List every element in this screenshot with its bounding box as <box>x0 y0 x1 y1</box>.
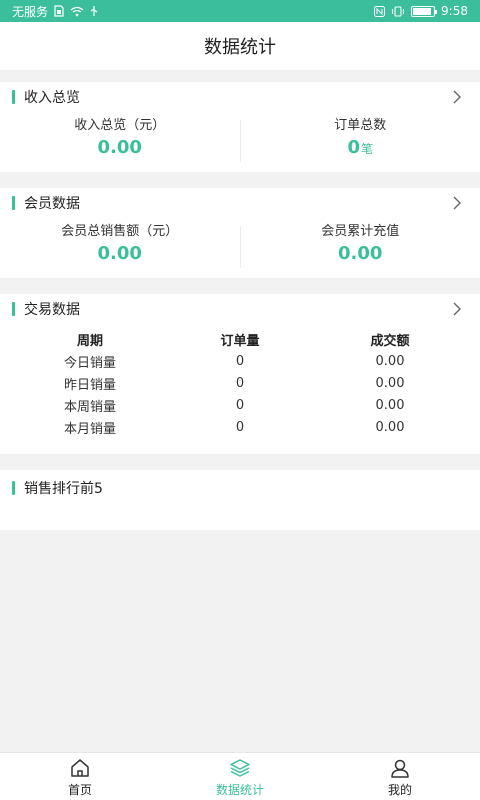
section-accent-bar <box>12 302 15 316</box>
table-cell: 今日销量 <box>63 355 116 371</box>
income-total-value: 0.00 <box>97 137 142 158</box>
metric-label: 会员总销售额（元） <box>61 224 179 239</box>
column-header: 订单量 <box>220 333 260 349</box>
income-card-header[interactable]: 收入总览 <box>0 82 480 112</box>
metric-label: 收入总览（元） <box>74 118 166 133</box>
metric-label: 会员累计充值 <box>321 224 400 239</box>
trade-table: 周期 订单量 成交额 今日销量 0 0.00 昨日销量 0 0.00 本周销量 … <box>0 328 480 438</box>
table-cell: 0 <box>235 353 245 369</box>
wifi-icon <box>70 6 84 16</box>
nav-label-profile: 我的 <box>387 783 412 797</box>
income-card[interactable]: 收入总览 收入总览（元） 0.00 订单总数 0笔 <box>0 82 480 172</box>
nav-item-home[interactable]: 首页 <box>0 753 160 800</box>
table-cell: 0 <box>235 375 245 391</box>
table-row: 昨日销量 0 0.00 <box>0 372 480 394</box>
trade-card-header[interactable]: 交易数据 <box>0 294 480 324</box>
trade-card[interactable]: 交易数据 周期 订单量 成交额 今日销量 0 0.00 昨日销量 0 0.00 <box>0 294 480 454</box>
income-card-title: 收入总览 <box>24 90 80 106</box>
table-cell: 0.00 <box>375 375 405 391</box>
table-cell: 0.00 <box>375 397 405 413</box>
table-cell: 0 <box>235 419 245 435</box>
carrier-text: 无服务 <box>12 4 49 19</box>
chevron-right-icon[interactable] <box>450 196 464 210</box>
member-recharge-value: 0.00 <box>338 243 383 264</box>
nav-item-statistics[interactable]: 数据统计 <box>160 753 320 800</box>
table-header-row: 周期 订单量 成交额 <box>0 328 480 350</box>
table-row: 本月销量 0 0.00 <box>0 416 480 438</box>
table-cell: 本周销量 <box>63 399 116 415</box>
ranking-card: 销售排行前5 <box>0 470 480 530</box>
nav-item-profile[interactable]: 我的 <box>320 753 480 800</box>
order-count-value: 0 <box>347 137 360 158</box>
metric-value: 0.00 <box>98 137 142 158</box>
sim-icon <box>54 5 64 17</box>
member-card-header[interactable]: 会员数据 <box>0 188 480 218</box>
home-icon <box>71 759 89 777</box>
chevron-right-icon[interactable] <box>450 302 464 316</box>
metric-label: 订单总数 <box>334 118 387 133</box>
member-sales-metric: 会员总销售额（元） 0.00 <box>0 218 240 278</box>
usb-icon <box>90 6 98 16</box>
member-metrics: 会员总销售额（元） 0.00 会员累计充值 0.00 <box>0 218 480 278</box>
ranking-card-title: 销售排行前5 <box>24 481 103 497</box>
table-row: 本周销量 0 0.00 <box>0 394 480 416</box>
status-left: 无服务 <box>12 3 98 20</box>
table-cell: 0.00 <box>375 419 405 435</box>
metric-value: 0笔 <box>347 137 373 158</box>
nav-label-home: 首页 <box>67 783 92 797</box>
nav-label-statistics: 数据统计 <box>215 783 264 797</box>
vibrate-icon <box>391 5 405 17</box>
trade-card-title: 交易数据 <box>24 302 80 318</box>
income-metrics: 收入总览（元） 0.00 订单总数 0笔 <box>0 112 480 172</box>
member-recharge-metric: 会员累计充值 0.00 <box>241 218 480 278</box>
column-header: 周期 <box>76 333 103 349</box>
income-total-metric: 收入总览（元） 0.00 <box>0 112 240 172</box>
section-accent-bar <box>12 90 15 104</box>
status-bar: 无服务 9:58 <box>0 0 480 22</box>
clock-text: 9:58 <box>441 4 468 18</box>
chevron-right-icon[interactable] <box>450 90 464 104</box>
status-right: 9:58 <box>374 4 468 18</box>
title-bar: 数据统计 <box>0 22 480 70</box>
order-count-metric: 订单总数 0笔 <box>241 112 480 172</box>
layers-icon <box>230 759 250 777</box>
column-header: 成交额 <box>370 333 410 349</box>
ranking-card-header: 销售排行前5 <box>0 470 480 506</box>
user-icon <box>391 759 409 778</box>
table-row: 今日销量 0 0.00 <box>0 350 480 372</box>
battery-fill <box>413 7 432 15</box>
table-cell: 0.00 <box>375 353 405 369</box>
battery-icon <box>411 5 438 17</box>
page-title: 数据统计 <box>204 37 276 58</box>
nfc-icon <box>374 5 386 17</box>
bottom-nav: 首页 数据统计 我的 <box>0 752 480 800</box>
member-card[interactable]: 会员数据 会员总销售额（元） 0.00 会员累计充值 0.00 <box>0 188 480 278</box>
table-cell: 本月销量 <box>63 421 116 437</box>
member-card-title: 会员数据 <box>24 196 80 212</box>
table-cell: 0 <box>235 397 245 413</box>
order-count-unit: 笔 <box>361 142 374 156</box>
member-sales-value: 0.00 <box>97 243 142 264</box>
table-cell: 昨日销量 <box>63 377 116 393</box>
section-accent-bar <box>12 196 15 210</box>
section-accent-bar <box>12 481 15 495</box>
